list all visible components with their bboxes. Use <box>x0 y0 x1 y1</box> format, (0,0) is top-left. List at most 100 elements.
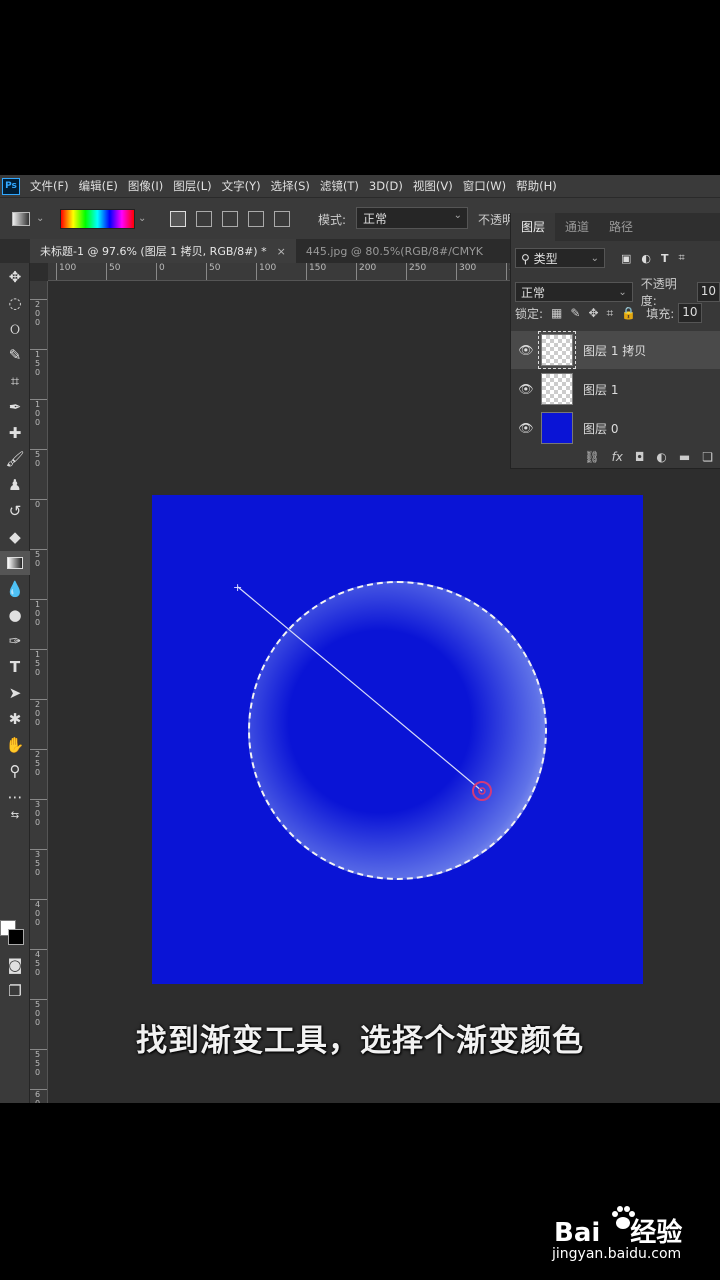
diamond-gradient-button[interactable] <box>274 211 290 227</box>
fill-input[interactable]: 10 <box>678 303 702 323</box>
lasso-tool[interactable]: ଠ <box>0 317 30 341</box>
zoom-tool[interactable]: ⚲ <box>0 759 30 783</box>
menu-select[interactable]: 选择(S) <box>271 178 310 194</box>
angle-gradient-button[interactable] <box>222 211 238 227</box>
eye-icon[interactable]: 👁 <box>511 421 541 435</box>
tab-paths[interactable]: 路径 <box>599 213 643 241</box>
lock-position-icon[interactable]: ✥ <box>588 306 598 320</box>
pen-tool[interactable]: ✑ <box>0 629 30 653</box>
blur-tool[interactable]: 💧 <box>0 577 30 601</box>
menu-window[interactable]: 窗口(W) <box>463 178 506 194</box>
close-icon[interactable]: × <box>277 245 286 258</box>
shape-filter-icon[interactable]: ⌗ <box>679 251 685 265</box>
shape-tool[interactable]: ✱ <box>0 707 30 731</box>
path-select-tool[interactable]: ➤ <box>0 681 30 705</box>
layer-name: 图层 1 <box>583 382 619 397</box>
folder-icon[interactable]: ▬ <box>679 450 690 464</box>
menu-view[interactable]: 视图(V) <box>413 178 453 194</box>
screen-mode-button[interactable]: ❐ <box>0 979 30 1003</box>
lock-transparent-icon[interactable]: ▦ <box>551 306 562 320</box>
menu-help[interactable]: 帮助(H) <box>516 178 557 194</box>
history-brush-tool[interactable]: ↺ <box>0 499 30 523</box>
menu-layer[interactable]: 图层(L) <box>173 178 211 194</box>
layer-row[interactable]: 👁 图层 0 <box>511 409 720 447</box>
ruler-tick: 1 0 0 <box>30 399 47 427</box>
ruler-tick: 100 <box>256 263 276 280</box>
ruler-tick: 250 <box>406 263 426 280</box>
linear-gradient-button[interactable] <box>170 211 186 227</box>
chevron-down-icon[interactable]: ⌄ <box>36 213 44 224</box>
dodge-tool[interactable]: ● <box>0 603 30 627</box>
tab-channels[interactable]: 通道 <box>555 213 599 241</box>
marquee-tool[interactable]: ◌ <box>0 291 30 315</box>
panel-tabs: 图层 通道 路径 <box>511 213 720 241</box>
layer-row[interactable]: 👁 图层 1 拷贝 <box>511 331 720 369</box>
move-tool[interactable]: ✥ <box>0 265 30 289</box>
brush-tool[interactable]: 🖌 <box>0 447 30 471</box>
link-icon[interactable]: ⛓ <box>584 450 599 464</box>
ruler-tick: 50 <box>206 263 220 280</box>
lock-artboard-icon[interactable]: ⌗ <box>607 306 614 321</box>
adjustment-icon[interactable]: ◐ <box>656 450 666 464</box>
gradient-tool[interactable] <box>0 551 30 575</box>
layer-row[interactable]: 👁 图层 1 <box>511 370 720 408</box>
quick-select-tool[interactable]: ✎ <box>0 343 30 367</box>
menu-3d[interactable]: 3D(D) <box>369 179 403 193</box>
pen-icon: ✑ <box>8 632 22 650</box>
shape-icon: ✱ <box>8 710 22 728</box>
ellipse-marquee-icon: ◌ <box>8 294 22 312</box>
gradient-icon <box>7 557 23 569</box>
ruler-tick: 1 5 0 <box>30 349 47 377</box>
new-layer-icon[interactable]: ❏ <box>702 450 713 464</box>
lock-brush-icon[interactable]: ✎ <box>570 306 580 320</box>
fx-button[interactable]: fx <box>612 450 623 464</box>
opacity-input[interactable]: 10 <box>696 282 720 302</box>
menu-type[interactable]: 文字(Y) <box>222 178 261 194</box>
menu-image[interactable]: 图像(I) <box>128 178 163 194</box>
ruler-tick: 300 <box>456 263 476 280</box>
dodge-icon: ● <box>8 606 22 624</box>
menu-filter[interactable]: 滤镜(T) <box>320 178 359 194</box>
lock-all-icon[interactable]: 🔒 <box>621 306 636 320</box>
tab-445-jpg[interactable]: 445.jpg @ 80.5%(RGB/8#/CMYK <box>296 239 493 263</box>
document-canvas[interactable]: + <box>152 495 643 984</box>
eyedropper-tool[interactable]: ✒ <box>0 395 30 419</box>
reflected-gradient-button[interactable] <box>248 211 264 227</box>
mask-icon[interactable]: ◘ <box>635 450 645 464</box>
healing-tool[interactable]: ✚ <box>0 421 30 445</box>
tab-layers[interactable]: 图层 <box>511 213 556 241</box>
screen-mode-icon: ❐ <box>8 982 22 1000</box>
mode-select[interactable]: 正常 ⌄ <box>356 207 468 229</box>
radial-gradient-button[interactable] <box>196 211 212 227</box>
menu-file[interactable]: 文件(F) <box>30 178 69 194</box>
eraser-tool[interactable]: ◆ <box>0 525 30 549</box>
eye-icon[interactable]: 👁 <box>511 382 541 396</box>
tab-untitled-1[interactable]: 未标题-1 @ 97.6% (图层 1 拷贝, RGB/8#) * × <box>30 239 296 263</box>
quick-mask-button[interactable]: ◙ <box>0 953 30 977</box>
stamp-tool[interactable]: ♟ <box>0 473 30 497</box>
photoshop-logo: Ps <box>2 177 20 195</box>
menu-edit[interactable]: 编辑(E) <box>79 178 118 194</box>
crop-tool[interactable]: ⌗ <box>0 369 30 393</box>
lasso-icon: ଠ <box>9 320 20 338</box>
adjustment-filter-icon[interactable]: ◐ <box>641 252 651 265</box>
layer-filter-select[interactable]: ⚲ 类型 ⌄ <box>515 248 605 268</box>
gradient-tool-preset-icon[interactable] <box>12 212 30 226</box>
blend-mode-select[interactable]: 正常 ⌄ <box>515 282 633 302</box>
image-filter-icon[interactable]: ▣ <box>621 252 631 265</box>
ruler-tick: 0 <box>156 263 165 280</box>
type-tool[interactable]: T <box>0 655 30 679</box>
chevron-down-icon[interactable]: ⌄ <box>138 213 146 224</box>
ruler-tick: 5 0 <box>30 549 47 568</box>
gradient-picker[interactable] <box>60 209 135 229</box>
type-filter-icon[interactable]: T <box>661 252 669 265</box>
ruler-tick: 0 <box>30 499 47 509</box>
swap-colors[interactable]: ⇆ <box>0 807 30 823</box>
background-color-swatch[interactable] <box>8 929 24 945</box>
hand-tool[interactable]: ✋ <box>0 733 30 757</box>
eye-icon[interactable]: 👁 <box>511 343 541 357</box>
layer-name: 图层 1 拷贝 <box>583 343 647 358</box>
more-tools[interactable]: ⋯ <box>0 785 30 809</box>
more-icon: ⋯ <box>7 788 23 806</box>
paw-icon <box>612 1206 635 1229</box>
